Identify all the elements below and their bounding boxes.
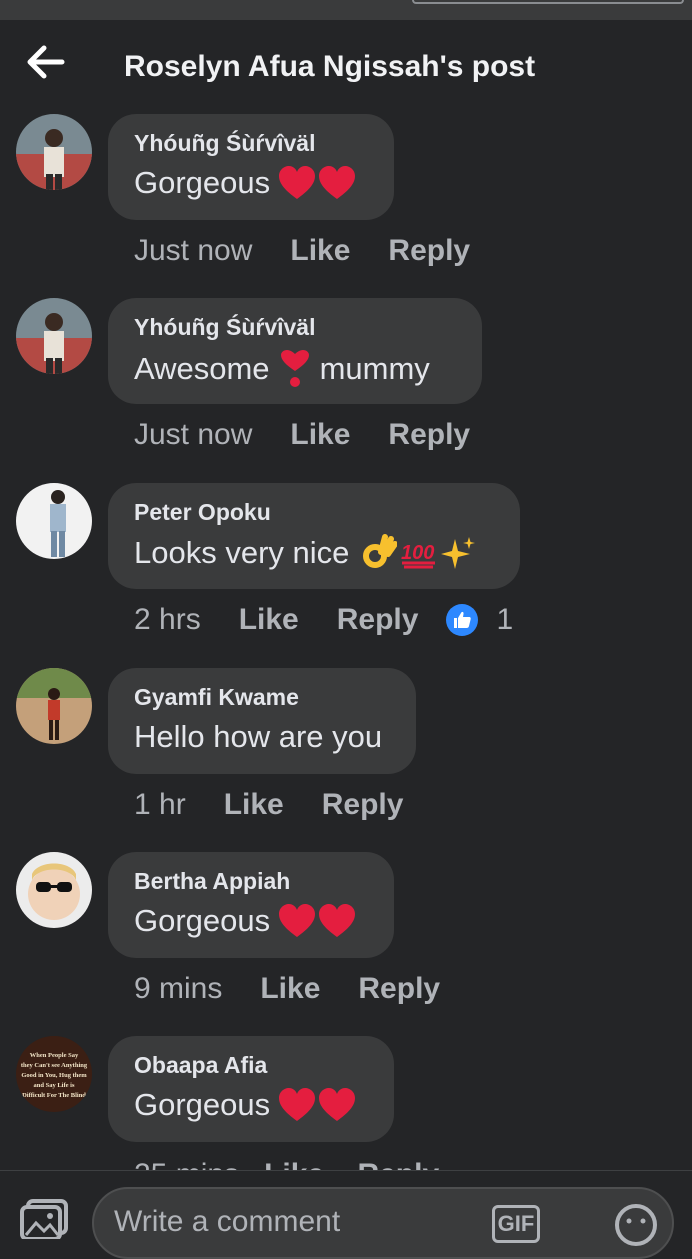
comment-body: Looks very nice <box>134 535 350 570</box>
comment-author[interactable]: Obaapa Afia <box>134 1052 368 1079</box>
avatar-quote-line: When People Say <box>30 1052 79 1059</box>
comment-body: Gorgeous <box>134 903 271 938</box>
avatar[interactable] <box>16 114 92 190</box>
comment-actions: 1 hr Like Reply <box>134 788 441 822</box>
avatar-quote-line: and Say Life is <box>34 1082 75 1089</box>
comment-bubble[interactable]: Yhóuñg Śùŕvîväl Gorgeous <box>108 114 394 220</box>
reaction-count-number: 1 <box>496 603 514 636</box>
comment-body: Gorgeous <box>134 1087 271 1122</box>
comment-text: Gorgeous <box>134 165 368 201</box>
comment-actions: Just now Like Reply <box>134 234 508 268</box>
like-button[interactable]: Like <box>290 418 350 452</box>
comment-time: Just now <box>134 234 253 267</box>
reply-button[interactable]: Reply <box>337 603 419 637</box>
comment-author[interactable]: Yhóuñg Śùŕvîväl <box>134 130 368 157</box>
reply-button[interactable]: Reply <box>388 418 470 452</box>
like-button[interactable]: Like <box>260 972 320 1006</box>
post-header: Roselyn Afua Ngissah's post <box>0 20 692 112</box>
heart-emoji-icon <box>278 903 356 939</box>
comment-bubble[interactable]: Gyamfi Kwame Hello how are you <box>108 668 416 774</box>
emoji-icon[interactable] <box>614 1203 658 1252</box>
comment-bubble[interactable]: Peter Opoku Looks very nice 100 <box>108 483 520 589</box>
comment-actions-partial: 25 mins Like Reply <box>134 1158 439 1170</box>
comment-author[interactable]: Gyamfi Kwame <box>134 684 390 711</box>
comment-body: Gorgeous <box>134 165 271 200</box>
comment-time: 9 mins <box>134 972 223 1005</box>
comment-time: Just now <box>134 418 253 451</box>
comment-body: Awesome <box>134 351 270 386</box>
photo-icon[interactable] <box>20 1199 70 1244</box>
like-button[interactable]: Like <box>290 234 350 268</box>
like-button[interactable]: Like <box>264 1158 324 1170</box>
reply-button[interactable]: Reply <box>358 972 440 1006</box>
avatar-quote-line: Difficult For The Blind <box>22 1092 86 1099</box>
avatar[interactable] <box>16 852 92 928</box>
comment-body: Hello how are you <box>134 719 383 754</box>
gif-button[interactable]: GIF <box>492 1205 540 1243</box>
comment-time: 2 hrs <box>134 603 201 636</box>
like-button[interactable]: Like <box>239 603 299 637</box>
comment-time: 25 mins <box>134 1158 239 1170</box>
avatar[interactable]: When People Say they Can't see Anything Go… <box>16 1036 92 1112</box>
avatar-quote-line: they Can't see Anything <box>21 1062 88 1069</box>
comment-body-end: mummy <box>319 351 430 386</box>
avatar-quote-line: Good in You, Hug them <box>21 1072 87 1079</box>
comment-bubble[interactable]: Bertha Appiah Gorgeous <box>108 852 394 958</box>
comment-author[interactable]: Bertha Appiah <box>134 868 368 895</box>
like-reaction-icon <box>446 604 479 636</box>
comment-actions: 9 mins Like Reply <box>134 972 478 1006</box>
comment-text: Gorgeous <box>134 903 368 939</box>
back-arrow-icon[interactable] <box>24 42 68 82</box>
like-button[interactable]: Like <box>224 788 284 822</box>
comment-text: Gorgeous <box>134 1087 368 1123</box>
svg-text:100: 100 <box>401 542 434 564</box>
comment-bubble[interactable]: Obaapa Afia Gorgeous <box>108 1036 394 1142</box>
reply-button[interactable]: Reply <box>388 234 470 268</box>
heart-exclamation-icon <box>280 349 310 389</box>
comment-input-box[interactable]: GIF <box>92 1187 674 1259</box>
comment-actions: Just now Like Reply <box>134 418 508 452</box>
comment-author[interactable]: Peter Opoku <box>134 499 494 526</box>
page-title: Roselyn Afua Ngissah's post <box>124 50 536 83</box>
heart-emoji-icon <box>278 1087 356 1123</box>
comment-actions: 2 hrs Like Reply 1 <box>134 603 513 637</box>
comment-text: Awesome mummy <box>134 349 456 389</box>
top-bar-outline <box>412 0 684 4</box>
comment-composer: GIF <box>0 1170 692 1259</box>
comment-input[interactable] <box>112 1201 476 1243</box>
avatar[interactable] <box>16 668 92 744</box>
reaction-count[interactable]: 1 <box>446 603 513 637</box>
comment-text: Hello how are you <box>134 719 390 755</box>
comment-text: Looks very nice 100 <box>134 534 494 572</box>
comment-bubble[interactable]: Yhóuñg Śùŕvîväl Awesome mummy <box>108 298 482 404</box>
comment-time: 1 hr <box>134 788 186 821</box>
reply-button[interactable]: Reply <box>357 1158 439 1170</box>
status-strip <box>0 0 692 20</box>
comment-author[interactable]: Yhóuñg Śùŕvîväl <box>134 314 456 341</box>
avatar[interactable] <box>16 298 92 374</box>
avatar[interactable] <box>16 483 92 559</box>
heart-emoji-icon <box>278 165 356 201</box>
reply-button[interactable]: Reply <box>322 788 404 822</box>
ok-hundred-sparkles-icon: 100 <box>361 534 477 572</box>
